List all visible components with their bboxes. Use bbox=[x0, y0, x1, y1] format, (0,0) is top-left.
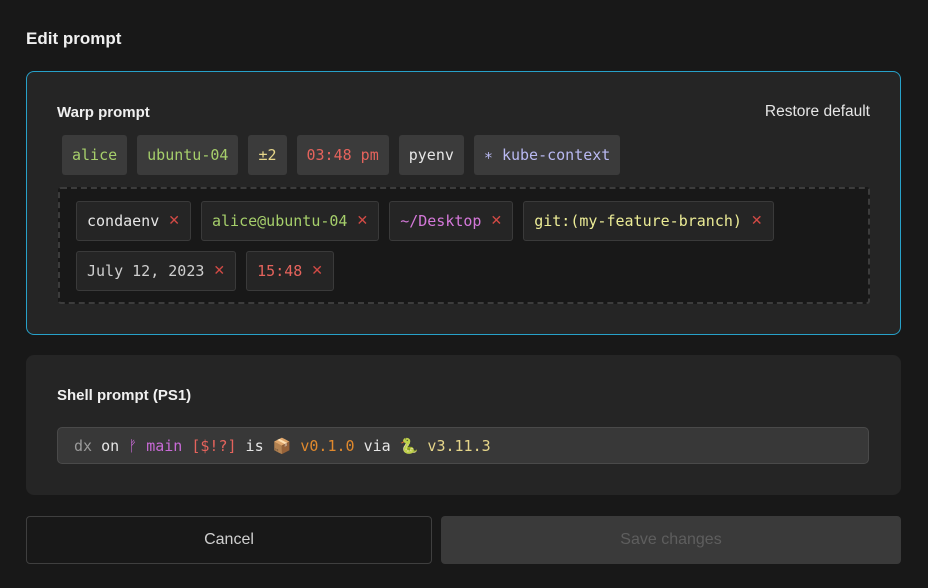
selected-chip-directory[interactable]: ~/Desktop ✕ bbox=[389, 201, 514, 241]
selected-chip-label: ~/Desktop bbox=[400, 212, 482, 230]
ps1-git-status: [$!?] bbox=[191, 436, 237, 455]
ps1-text: is bbox=[236, 436, 273, 455]
ps1-text bbox=[182, 437, 191, 455]
chip-kube-context[interactable]: ∗ kube-context bbox=[473, 135, 621, 175]
remove-icon[interactable]: ✕ bbox=[751, 214, 763, 228]
ps1-directory: dx bbox=[74, 436, 93, 455]
remove-icon[interactable]: ✕ bbox=[356, 214, 368, 228]
remove-icon[interactable]: ✕ bbox=[168, 214, 180, 228]
ps1-python-version: 🐍 v3.11.3 bbox=[399, 436, 491, 455]
warp-prompt-label: Warp prompt bbox=[57, 104, 150, 121]
ps1-text: via bbox=[354, 436, 400, 455]
selected-chip-label: July 12, 2023 bbox=[87, 262, 205, 280]
selected-chip-time[interactable]: 15:48 ✕ bbox=[246, 251, 335, 291]
selected-chip-label: condaenv bbox=[87, 212, 160, 230]
selected-chip-user-host[interactable]: alice@ubuntu-04 ✕ bbox=[200, 201, 380, 241]
selected-chip-label: git:(my-feature-branch) bbox=[534, 212, 742, 230]
selected-chip-condaenv[interactable]: condaenv ✕ bbox=[76, 201, 191, 241]
save-changes-button[interactable]: Save changes bbox=[441, 516, 901, 564]
chip-git-diff[interactable]: ±2 bbox=[248, 135, 287, 175]
chip-hostname[interactable]: ubuntu-04 bbox=[137, 135, 239, 175]
ps1-package-version: 📦 v0.1.0 bbox=[272, 436, 355, 455]
selected-chip-label: alice@ubuntu-04 bbox=[211, 212, 348, 230]
selected-chip-git-branch[interactable]: git:(my-feature-branch) ✕ bbox=[523, 201, 774, 241]
remove-icon[interactable]: ✕ bbox=[213, 264, 225, 278]
warp-prompt-panel: Warp prompt Restore default alice ubuntu… bbox=[26, 71, 901, 335]
shell-prompt-panel: Shell prompt (PS1) dx on ᚠ main [$!?] is… bbox=[26, 355, 901, 495]
chip-pyenv[interactable]: pyenv bbox=[398, 135, 464, 175]
remove-icon[interactable]: ✕ bbox=[311, 264, 323, 278]
cancel-button[interactable]: Cancel bbox=[26, 516, 432, 564]
prompt-drop-zone[interactable]: condaenv ✕ alice@ubuntu-04 ✕ ~/Desktop ✕… bbox=[58, 187, 870, 304]
chip-username[interactable]: alice bbox=[62, 135, 128, 175]
restore-default-link[interactable]: Restore default bbox=[765, 103, 870, 121]
dialog-title: Edit prompt bbox=[26, 29, 122, 48]
ps1-git-branch: ᚠ main bbox=[128, 436, 183, 455]
selected-chip-label: 15:48 bbox=[257, 262, 303, 280]
available-chip-row: alice ubuntu-04 ±2 03:48 pm pyenv ∗ kube… bbox=[62, 135, 621, 175]
chip-time[interactable]: 03:48 pm bbox=[296, 135, 389, 175]
shell-prompt-label: Shell prompt (PS1) bbox=[57, 387, 192, 404]
shell-prompt-preview[interactable]: dx on ᚠ main [$!?] is 📦 v0.1.0 via 🐍 v3.… bbox=[57, 427, 869, 464]
ps1-text: on bbox=[92, 436, 129, 455]
selected-chip-date[interactable]: July 12, 2023 ✕ bbox=[76, 251, 237, 291]
remove-icon[interactable]: ✕ bbox=[490, 214, 502, 228]
